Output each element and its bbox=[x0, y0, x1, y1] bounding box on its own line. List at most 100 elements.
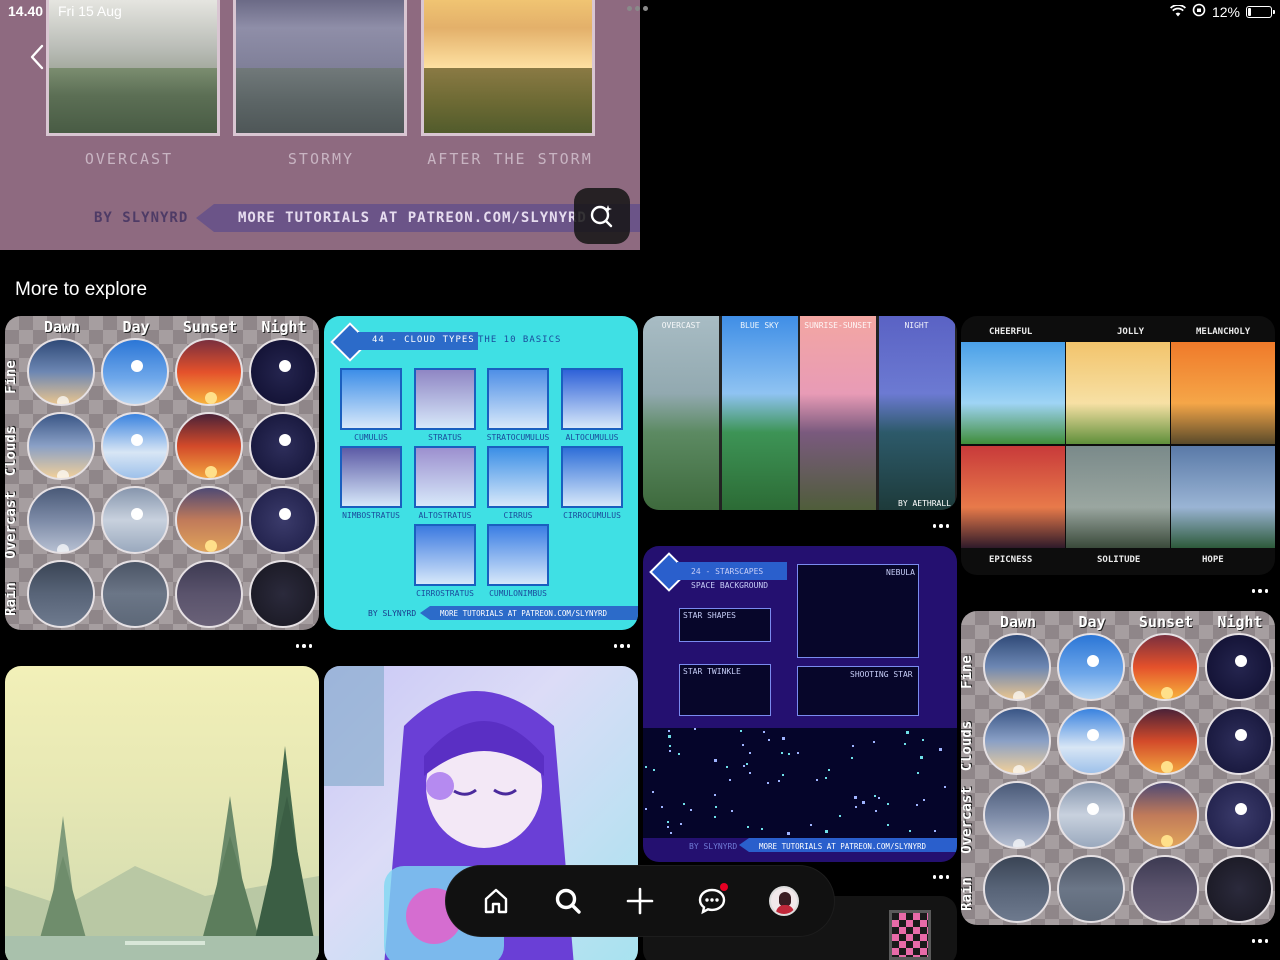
star-dot bbox=[740, 730, 742, 732]
cloud-types-subtitle: THE 10 BASICS bbox=[478, 335, 562, 345]
landscape-column-label: SUNRISE-SUNSET bbox=[804, 321, 872, 330]
cloud-tile bbox=[487, 524, 549, 586]
pin-options-button[interactable] bbox=[1250, 936, 1270, 946]
star-dot bbox=[782, 737, 785, 740]
mood-label: HOPE bbox=[1202, 555, 1224, 565]
profile-button[interactable] bbox=[760, 877, 808, 925]
star-dot bbox=[810, 824, 812, 826]
status-date: Fri 15 Aug bbox=[58, 3, 122, 19]
pin-cloud-types[interactable]: 44 - CLOUD TYPES THE 10 BASICS BY SLYNYR… bbox=[324, 316, 638, 630]
sky-grid-column-sunset: Sunset bbox=[182, 318, 238, 336]
star-dot bbox=[761, 828, 763, 830]
star-dot bbox=[852, 745, 854, 747]
cloud-types-credit: BY SLYNYRD bbox=[368, 609, 417, 618]
star-dot bbox=[668, 735, 671, 738]
pin-moods[interactable]: CHEERFUL JOLLY MELANCHOLY EPICNESS SOLITUDE H… bbox=[961, 316, 1275, 575]
pin-options-button[interactable] bbox=[612, 641, 632, 651]
landscape-credit: BY AETHRALL bbox=[898, 499, 951, 508]
star-dot bbox=[714, 816, 716, 818]
sky-circle bbox=[101, 560, 169, 628]
home-button[interactable] bbox=[472, 877, 520, 925]
label-star-shapes: STAR SHAPES bbox=[683, 611, 736, 620]
hero-pin-image[interactable]: OVERCAST STORMY AFTER THE STORM BY SLYNY… bbox=[0, 0, 640, 250]
landscape-column-label: OVERCAST bbox=[661, 321, 701, 330]
star-dot bbox=[904, 743, 906, 745]
messages-button[interactable] bbox=[688, 877, 736, 925]
visual-search-button[interactable] bbox=[574, 188, 630, 244]
sky-circle bbox=[101, 338, 169, 406]
sky-grid-row-fine: Fine bbox=[961, 655, 975, 689]
cloud-types-footer: MORE TUTORIALS AT PATREON.COM/SLYNYRD bbox=[440, 609, 608, 618]
wifi-icon bbox=[1169, 3, 1186, 20]
cloud-tile bbox=[487, 446, 549, 508]
cloud-tile-label: NIMBOSTRATUS bbox=[342, 511, 400, 520]
star-dot bbox=[909, 830, 911, 832]
sky-circle bbox=[101, 412, 169, 480]
hero-credit: BY SLYNYRD bbox=[94, 210, 189, 226]
cloud-tile-label: CIRRUS bbox=[503, 511, 533, 520]
hero-caption-overcast: OVERCAST bbox=[84, 150, 174, 168]
chevron-left-icon bbox=[30, 44, 44, 70]
star-dot bbox=[923, 799, 925, 801]
pin-starscapes[interactable]: 24 - STARSCAPES SPACE BACKGROUND STAR SH… bbox=[643, 546, 957, 862]
cloud-tile bbox=[340, 368, 402, 430]
sky-circle bbox=[983, 855, 1051, 923]
star-dot bbox=[874, 795, 876, 797]
status-bar: 14.40 Fri 15 Aug 12% bbox=[0, 0, 1280, 24]
sky-circle bbox=[175, 560, 243, 628]
mood-label: JOLLY bbox=[1117, 327, 1145, 337]
pin-sky-grid[interactable]: Dawn Day Sunset Night Fine Clouds Overcast Rain bbox=[961, 611, 1275, 925]
sky-circle bbox=[175, 412, 243, 480]
sky-grid-column-day: Day bbox=[122, 318, 150, 336]
star-dot bbox=[781, 752, 783, 754]
sky-circle bbox=[101, 486, 169, 554]
landscape-column: NIGHT bbox=[878, 316, 955, 510]
star-dot bbox=[669, 745, 671, 747]
create-button[interactable] bbox=[616, 877, 664, 925]
cloud-types-title: 44 - CLOUD TYPES bbox=[372, 335, 475, 345]
sky-circle bbox=[175, 486, 243, 554]
star-dot bbox=[887, 803, 889, 805]
sky-circle bbox=[27, 486, 95, 554]
pin-options-button[interactable] bbox=[1250, 586, 1270, 596]
sky-grid-column-sunset: Sunset bbox=[1138, 613, 1194, 631]
home-icon bbox=[484, 888, 508, 914]
star-dot bbox=[939, 748, 942, 751]
star-dot bbox=[667, 821, 669, 823]
sky-circle bbox=[1057, 707, 1125, 775]
star-dot bbox=[825, 777, 827, 779]
mood-cell bbox=[1171, 446, 1275, 548]
star-dot bbox=[768, 739, 770, 741]
sky-grid-row-overcast: Overcast bbox=[961, 786, 975, 854]
star-dot bbox=[645, 808, 647, 810]
pin-pixel-forest[interactable] bbox=[5, 666, 319, 960]
mood-label: MELANCHOLY bbox=[1196, 327, 1251, 337]
sky-circle bbox=[1131, 633, 1199, 701]
mood-label: SOLITUDE bbox=[1097, 555, 1141, 565]
pin-options-button[interactable] bbox=[931, 521, 951, 531]
cloud-tile bbox=[487, 368, 549, 430]
star-dot bbox=[944, 786, 946, 788]
star-dot bbox=[787, 832, 790, 835]
search-button[interactable] bbox=[544, 877, 592, 925]
pin-options-button[interactable] bbox=[931, 872, 951, 882]
pin-options-button[interactable] bbox=[294, 641, 314, 651]
forest-illustration bbox=[5, 746, 319, 960]
pin-sky-grid[interactable]: Dawn Day Sunset Night Fine Clouds Overcast Rain bbox=[5, 316, 319, 630]
star-dot bbox=[667, 826, 669, 828]
star-dot bbox=[678, 753, 680, 755]
pin-landscape-times[interactable]: NIGHT SUNRISE-SUNSET BLUE SKY OVERCAST BY A… bbox=[643, 316, 957, 510]
landscape-column: OVERCAST bbox=[643, 316, 719, 510]
battery-percent: 12% bbox=[1211, 3, 1240, 20]
sky-circle bbox=[1057, 855, 1125, 923]
multitasking-dots[interactable] bbox=[627, 6, 648, 11]
star-dot bbox=[873, 741, 875, 743]
landscape-column: BLUE SKY bbox=[721, 316, 798, 510]
back-button[interactable] bbox=[22, 40, 52, 74]
label-star-twinkle: STAR TWINKLE bbox=[683, 667, 741, 676]
mood-cell bbox=[1066, 342, 1170, 444]
mood-cell bbox=[961, 446, 1065, 548]
sky-circle bbox=[249, 560, 317, 628]
starscapes-credit: BY SLYNYRD bbox=[689, 842, 738, 851]
sky-circle bbox=[983, 707, 1051, 775]
